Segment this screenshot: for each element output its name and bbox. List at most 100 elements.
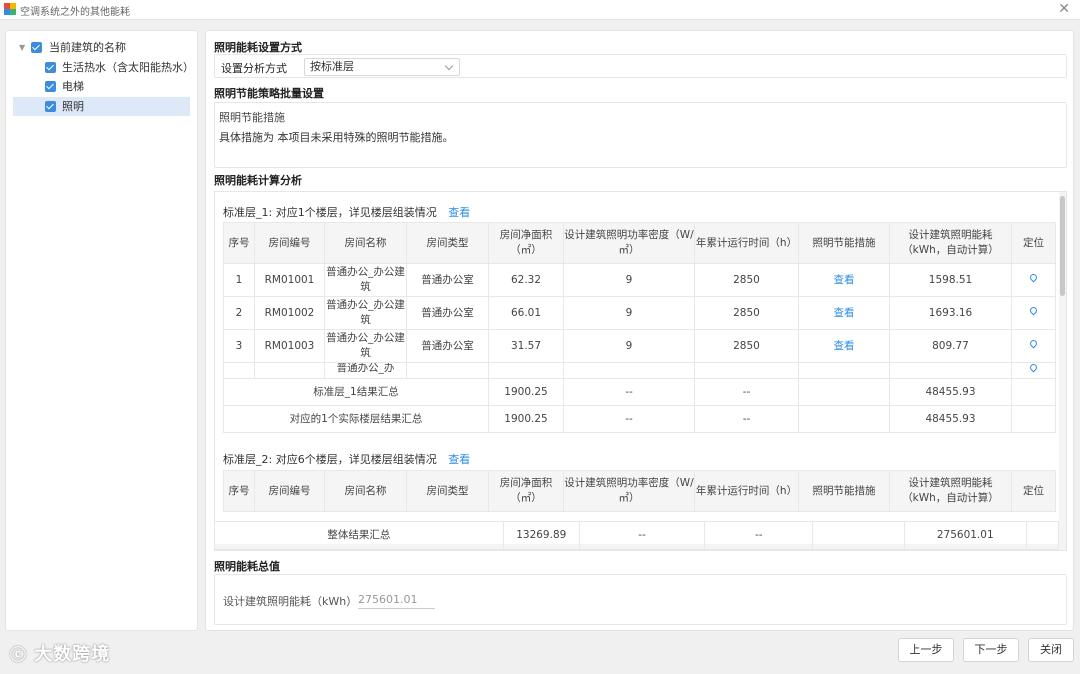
summary-row: 对应的1个实际楼层结果汇总 1900.25 -- -- 48455.93 (223, 405, 1056, 433)
summary-density: -- (563, 405, 695, 433)
cell-no: 1 (223, 263, 255, 297)
column-header: 房间编号 (254, 222, 325, 264)
cell-code: RM01003 (254, 329, 325, 363)
summary-label: 标准层_1结果汇总 (223, 378, 489, 406)
column-header: 定位 (1011, 470, 1056, 512)
chevron-down-icon (444, 61, 454, 71)
total-energy: 275601.01 (903, 521, 1027, 550)
watermark-text: 大数跨境 (34, 644, 111, 665)
scrollbar-thumb[interactable] (1060, 196, 1065, 296)
cell-name: 普通办公_办公建筑 (324, 296, 407, 330)
summary-hours: -- (694, 405, 799, 433)
column-header: 设计建筑照明功率密度（W/㎡） (563, 470, 695, 512)
summary-hours: -- (694, 378, 799, 406)
locate-pin-icon[interactable] (1030, 340, 1037, 349)
group-1-view-link[interactable]: 查看 (448, 206, 470, 219)
cell-area: 62.32 (488, 263, 564, 297)
cell-hours: 2850 (694, 329, 799, 363)
column-header: 设计建筑照明能耗（kWh，自动计算） (889, 222, 1012, 264)
cell-density: 9 (563, 329, 695, 363)
table-row-partial: 普通办公_办 (223, 362, 1056, 379)
group-1-table: 序号 房间编号 房间名称 房间类型 房间净面积（㎡） 设计建筑照明功率密度（W/… (223, 222, 1056, 433)
locate-pin-icon[interactable] (1030, 274, 1037, 283)
measure-view-link[interactable]: 查看 (834, 340, 855, 352)
column-header: 照明节能措施 (798, 470, 890, 512)
summary-row: 标准层_1结果汇总 1900.25 -- -- 48455.93 (223, 378, 1056, 406)
vertical-scrollbar[interactable] (1059, 192, 1066, 550)
column-header: 房间净面积（㎡） (488, 470, 564, 512)
checkbox-icon[interactable] (31, 42, 42, 53)
locate-pin-icon[interactable] (1030, 307, 1037, 316)
tree-item-hot-water[interactable]: 生活热水（含太阳能热水） (13, 58, 194, 77)
table-row: 1 RM01001 普通办公_办公建筑 普通办公室 62.32 9 2850 查… (223, 263, 1056, 297)
tree-item-elevator[interactable]: 电梯 (13, 77, 190, 96)
cell-no: 2 (223, 296, 255, 330)
cell-name: 普通办公_办 (324, 362, 407, 379)
tree-item-lighting[interactable]: 照明 (13, 97, 190, 116)
tree-item-label: 照明 (62, 100, 84, 113)
total-energy-label: 设计建筑照明能耗（kWh） (223, 595, 358, 608)
summary-label: 对应的1个实际楼层结果汇总 (223, 405, 489, 433)
watermark-logo-icon: ⓒ (10, 645, 28, 664)
column-header: 房间名称 (324, 222, 407, 264)
app-logo-icon (4, 3, 17, 16)
total-energy-field[interactable]: 275601.01 (358, 593, 435, 609)
checkbox-icon[interactable] (45, 62, 56, 73)
close-window-icon[interactable]: ✕ (1058, 1, 1070, 17)
prev-step-button[interactable]: 上一步 (898, 638, 954, 662)
column-header: 房间类型 (406, 470, 489, 512)
group-2-table: 序号 房间编号 房间名称 房间类型 房间净面积（㎡） 设计建筑照明功率密度（W/… (223, 470, 1056, 512)
lighting-settings-panel: 照明能耗设置方式 设置分析方式 按标准层 照明节能策略批量设置 照明节能措施 具… (205, 30, 1074, 631)
cell-type: 普通办公室 (406, 296, 489, 330)
method-label: 设置分析方式 (221, 62, 287, 75)
cell-area: 66.01 (488, 296, 564, 330)
summary-energy: 48455.93 (889, 405, 1012, 433)
cell-density: 9 (563, 263, 695, 297)
summary-density: -- (563, 378, 695, 406)
next-step-button[interactable]: 下一步 (963, 638, 1019, 662)
cell-area: 31.57 (488, 329, 564, 363)
total-hours: -- (704, 521, 814, 550)
group-2-view-link[interactable]: 查看 (448, 453, 470, 466)
total-energy-box: 设计建筑照明能耗（kWh） 275601.01 (214, 574, 1067, 625)
total-label: 整体结果汇总 (214, 521, 504, 550)
checkbox-icon[interactable] (45, 101, 56, 112)
group-2-title: 标准层_2: 对应6个楼层，详见楼层组装情况 查看 (223, 451, 470, 467)
section-title-analysis: 照明能耗计算分析 (214, 174, 302, 187)
summary-area: 1900.25 (488, 378, 564, 406)
section-title-total: 照明能耗总值 (214, 560, 280, 573)
column-header: 设计建筑照明功率密度（W/㎡） (563, 222, 695, 264)
cell-density: 9 (563, 296, 695, 330)
column-header: 房间名称 (324, 470, 407, 512)
checkbox-icon[interactable] (45, 81, 56, 92)
cell-energy: 1598.51 (889, 263, 1012, 297)
strategy-box: 照明节能措施 具体措施为 本项目未采用特殊的照明节能措施。 (214, 102, 1067, 168)
column-header: 序号 (223, 470, 255, 512)
column-header: 年累计运行时间（h） (694, 470, 799, 512)
close-button[interactable]: 关闭 (1028, 638, 1074, 662)
method-select[interactable]: 按标准层 (304, 58, 460, 76)
table-header-row: 序号 房间编号 房间名称 房间类型 房间净面积（㎡） 设计建筑照明功率密度（W/… (223, 222, 1056, 264)
measure-view-link[interactable]: 查看 (834, 307, 855, 319)
table-header-row: 序号 房间编号 房间名称 房间类型 房间净面积（㎡） 设计建筑照明功率密度（W/… (223, 470, 1056, 512)
cell-code: RM01002 (254, 296, 325, 330)
tree-item-label: 电梯 (62, 80, 84, 93)
cell-energy: 809.77 (889, 329, 1012, 363)
analysis-scroll-area[interactable]: 标准层_1: 对应1个楼层，详见楼层组装情况 查看 序号 房间编号 房间名称 房… (214, 191, 1067, 551)
overall-total-row: 整体结果汇总 13269.89 -- -- 275601.01 (214, 521, 1060, 550)
strategy-text: 具体措施为 本项目未采用特殊的照明节能措施。 (219, 131, 454, 144)
tree-root[interactable]: ▼ 当前建筑的名称 (13, 38, 190, 57)
collapse-caret-icon[interactable]: ▼ (19, 38, 25, 57)
column-header: 房间编号 (254, 470, 325, 512)
cell-code: RM01001 (254, 263, 325, 297)
section-title-settings: 照明能耗设置方式 (214, 41, 302, 54)
measure-view-link[interactable]: 查看 (834, 274, 855, 286)
column-header: 序号 (223, 222, 255, 264)
cell-no: 3 (223, 329, 255, 363)
section-title-strategy: 照明节能策略批量设置 (214, 87, 324, 100)
total-area: 13269.89 (502, 521, 580, 550)
column-header: 房间类型 (406, 222, 489, 264)
method-select-value: 按标准层 (310, 60, 354, 73)
column-header: 年累计运行时间（h） (694, 222, 799, 264)
locate-pin-icon[interactable] (1030, 364, 1037, 373)
